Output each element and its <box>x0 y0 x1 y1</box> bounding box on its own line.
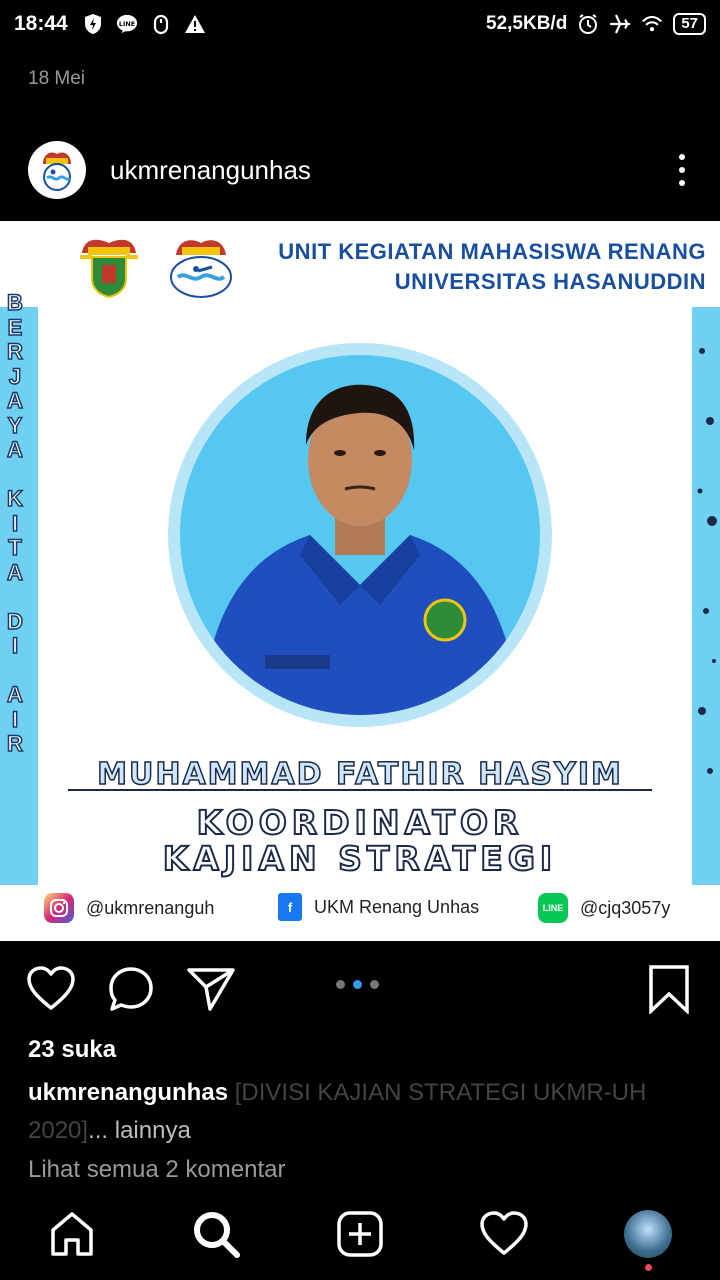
line-handle-text: @cjq3057y <box>580 897 671 918</box>
line-app-icon: LINE <box>116 13 138 35</box>
carousel-dot <box>370 980 379 989</box>
org-title-line1: UNIT KEGIATAN MAHASISWA RENANG <box>278 239 706 264</box>
post-username[interactable]: ukmrenangunhas <box>110 155 311 186</box>
motto-letter: D <box>6 608 23 634</box>
motto-letter: K <box>6 486 23 511</box>
member-role-line1: KOORDINATOR <box>196 802 524 843</box>
new-post-icon[interactable] <box>332 1206 388 1262</box>
date-label: 18 Mei <box>28 68 86 89</box>
post-caption: ukmrenangunhas [DIVISI KAJIAN STRATEGI U… <box>28 1074 688 1150</box>
university-logo-icon <box>74 231 144 301</box>
motto-letter: E <box>7 314 23 340</box>
motto-letter: T <box>7 535 22 560</box>
status-time: 18:44 <box>14 12 68 35</box>
swimming-club-logo-icon <box>166 231 236 301</box>
svg-text:LINE: LINE <box>119 20 135 28</box>
activity-heart-icon[interactable] <box>476 1206 532 1262</box>
home-icon[interactable] <box>44 1206 100 1262</box>
name-underline <box>68 789 652 791</box>
profile-thumbnail <box>624 1210 672 1258</box>
org-title-line2: UNIVERSITAS HASANUDDIN <box>394 269 706 294</box>
mouse-icon <box>150 13 172 35</box>
motto-letter: B <box>6 290 23 315</box>
carousel-dot-active <box>353 980 362 989</box>
motto-letter: A <box>6 437 23 462</box>
alarm-icon <box>577 13 599 35</box>
facebook-icon: f <box>278 893 302 921</box>
notification-dot <box>645 1264 652 1271</box>
club-logo-icon <box>43 152 71 191</box>
comment-bubble-icon[interactable] <box>106 964 156 1014</box>
bottom-navigation <box>0 1196 720 1280</box>
carousel-dot <box>336 980 345 989</box>
motto-letter: J <box>8 363 22 389</box>
view-comments-link[interactable]: Lihat semua 2 komentar <box>28 1156 285 1184</box>
status-bar: 18:44 LINE 52,5KB/d 57 <box>0 0 720 48</box>
social-links-bar: @ukmrenanguh f UKM Renang Unhas LINE @cj… <box>0 885 720 941</box>
wifi-icon <box>641 13 663 35</box>
instagram-handle-text: @ukmrenanguh <box>86 897 215 918</box>
network-speed: 52,5KB/d <box>486 13 568 34</box>
line-handle: LINE @cjq3057y <box>538 893 670 923</box>
caption-username[interactable]: ukmrenangunhas <box>28 1079 228 1106</box>
motto-letter <box>12 659 18 684</box>
carousel-indicator <box>336 980 379 989</box>
paint-splash-decoration <box>697 348 717 774</box>
motto-letter <box>12 585 18 610</box>
member-role-line2: KAJIAN STRATEGI <box>162 838 558 879</box>
motto-letter: Y <box>7 412 23 438</box>
caption-more-link[interactable]: ... lainnya <box>88 1117 191 1144</box>
airplane-icon <box>609 13 631 35</box>
portrait-photo <box>180 355 540 715</box>
like-heart-icon[interactable] <box>26 964 76 1014</box>
shield-bolt-icon <box>82 13 104 35</box>
like-count[interactable]: 23 suka <box>28 1036 116 1064</box>
post-header: ukmrenangunhas <box>0 134 720 206</box>
member-name: MUHAMMAD FATHIR HASYIM <box>96 756 623 793</box>
line-icon: LINE <box>538 893 568 923</box>
profile-tab-avatar[interactable] <box>620 1206 676 1262</box>
motto-letter: I <box>11 510 19 536</box>
instagram-handle: @ukmrenanguh <box>44 893 214 923</box>
motto-letter: I <box>11 633 19 658</box>
warning-icon <box>184 13 206 35</box>
bookmark-icon[interactable] <box>644 964 694 1014</box>
motto-letter <box>12 463 18 488</box>
battery-indicator: 57 <box>673 13 706 35</box>
motto-letter: A <box>6 559 23 585</box>
profile-avatar[interactable] <box>28 141 86 199</box>
post-image[interactable]: UNIT KEGIATAN MAHASISWA RENANG UNIVERSIT… <box>0 221 720 941</box>
vertical-motto: BERJAYA KITA DI AIR <box>4 290 26 757</box>
motto-letter: R <box>6 731 23 756</box>
facebook-handle: f UKM Renang Unhas <box>278 893 479 921</box>
search-icon[interactable] <box>188 1206 244 1262</box>
motto-letter: R <box>6 339 23 364</box>
facebook-handle-text: UKM Renang Unhas <box>314 896 480 917</box>
motto-letter: I <box>11 706 19 732</box>
motto-letter: A <box>6 682 23 707</box>
share-send-icon[interactable] <box>186 964 236 1014</box>
more-options-icon[interactable] <box>672 150 692 190</box>
motto-letter: A <box>6 388 23 413</box>
instagram-icon <box>44 893 74 923</box>
